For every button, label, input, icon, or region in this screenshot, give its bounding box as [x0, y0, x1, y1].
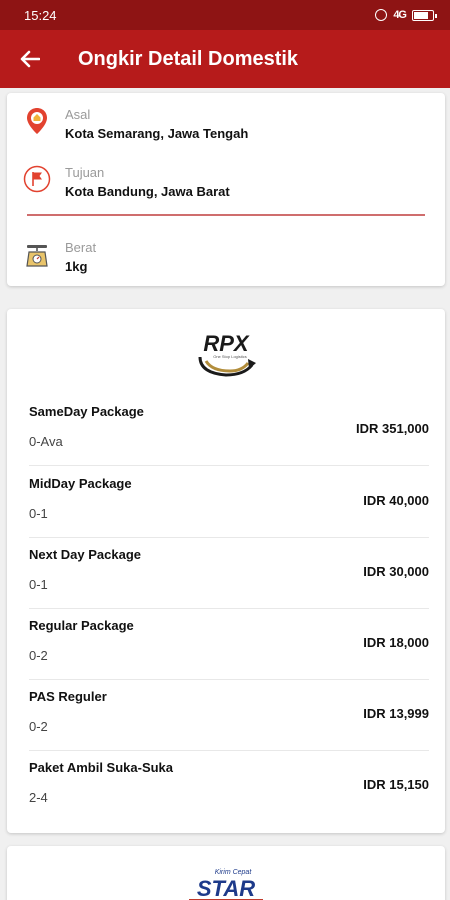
service-row[interactable]: Paket Ambil Suka-Suka 2-4 IDR 15,150	[29, 750, 429, 822]
service-name: Next Day Package	[29, 547, 142, 562]
service-price: IDR 18,000	[363, 635, 429, 650]
star-logo-text: STAR	[197, 876, 255, 900]
courier-logo-rpx: RPX One Stop Logistics	[7, 325, 445, 383]
service-etd: 0-Ava	[29, 434, 63, 449]
service-etd: 0-2	[29, 648, 48, 663]
service-price: IDR 351,000	[356, 421, 429, 436]
service-etd: 2-4	[29, 790, 48, 805]
scale-icon	[23, 240, 51, 268]
service-price: IDR 30,000	[363, 564, 429, 579]
service-etd: 0-1	[29, 506, 48, 521]
service-row[interactable]: MidDay Package 0-1 IDR 40,000	[29, 466, 429, 538]
rpx-logo-text: RPX	[203, 331, 250, 356]
service-etd: 0-1	[29, 577, 48, 592]
service-row[interactable]: Next Day Package 0-1 IDR 30,000	[29, 537, 429, 609]
service-name: PAS Reguler	[29, 689, 107, 704]
service-price: IDR 13,999	[363, 706, 429, 721]
origin-label: Asal	[65, 107, 91, 122]
rpx-logo-tagline: One Stop Logistics	[213, 354, 247, 359]
battery-icon	[412, 9, 437, 21]
service-etd: 0-2	[29, 719, 48, 734]
status-bar: 15:24 4G	[0, 0, 450, 30]
courier-card-rpx: RPX One Stop Logistics SameDay Package 0…	[7, 309, 445, 833]
flag-icon	[23, 165, 51, 193]
courier-logo-star: Kirim Cepat STAR	[7, 864, 445, 900]
back-button[interactable]	[0, 30, 60, 88]
service-row[interactable]: SameDay Package 0-Ava IDR 351,000	[29, 394, 429, 466]
service-name: Paket Ambil Suka-Suka	[29, 760, 174, 775]
status-time: 15:24	[24, 7, 57, 23]
map-pin-icon	[23, 107, 51, 135]
weight-row: Berat 1kg	[23, 240, 96, 275]
service-price: IDR 40,000	[363, 493, 429, 508]
destination-value: Kota Bandung, Jawa Barat	[65, 184, 230, 199]
app-bar: Ongkir Detail Domestik	[0, 30, 450, 88]
destination-label: Tujuan	[65, 165, 105, 180]
alarm-icon	[375, 9, 388, 21]
star-logo-tagline: Kirim Cepat	[215, 869, 253, 876]
service-row[interactable]: Regular Package 0-2 IDR 18,000	[29, 608, 429, 680]
service-name: MidDay Package	[29, 476, 132, 491]
page-title: Ongkir Detail Domestik	[78, 47, 299, 70]
origin-value: Kota Semarang, Jawa Tengah	[65, 126, 249, 141]
divider	[27, 214, 425, 216]
origin-row: Asal Kota Semarang, Jawa Tengah	[23, 107, 248, 142]
courier-card-star: Kirim Cepat STAR	[7, 846, 445, 900]
shipment-info-card: Asal Kota Semarang, Jawa Tengah Tujuan K…	[7, 93, 445, 286]
signal-icon: 4G	[393, 9, 407, 21]
service-name: Regular Package	[29, 618, 134, 633]
weight-value: 1kg	[65, 259, 88, 274]
service-row[interactable]: PAS Reguler 0-2 IDR 13,999	[29, 679, 429, 751]
weight-label: Berat	[65, 240, 97, 255]
destination-row: Tujuan Kota Bandung, Jawa Barat	[23, 165, 230, 200]
service-name: SameDay Package	[29, 404, 144, 419]
arrow-left-icon	[20, 50, 40, 68]
status-icons: 4G	[375, 9, 437, 21]
service-price: IDR 15,150	[363, 777, 429, 792]
